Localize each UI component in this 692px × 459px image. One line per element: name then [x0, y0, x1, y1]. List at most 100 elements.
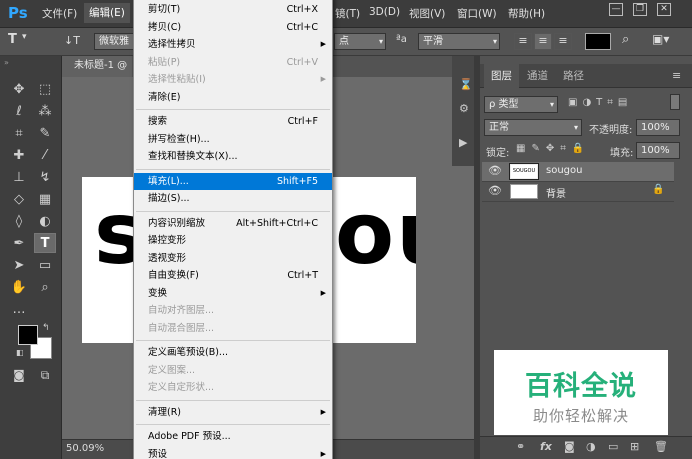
- visibility-eye-icon[interactable]: 👁: [488, 164, 502, 177]
- pen-tool-icon[interactable]: ✒: [8, 234, 30, 254]
- type-tool-icon[interactable]: T: [8, 32, 17, 47]
- group-icon[interactable]: ▭: [608, 440, 618, 453]
- zoom-tool-icon[interactable]: ⌕: [34, 278, 56, 298]
- font-size-select[interactable]: 点 ▾: [334, 33, 386, 50]
- edit-menu-item[interactable]: 变换 ▶: [134, 285, 332, 302]
- minimize-button[interactable]: —: [609, 3, 623, 16]
- rectangle-tool-icon[interactable]: ▭: [34, 256, 56, 276]
- screen-mode-icon[interactable]: ⧉: [34, 365, 56, 385]
- edit-menu-item[interactable]: 内容识别缩放 Alt+Shift+Ctrl+C: [134, 215, 332, 232]
- eraser-tool-icon[interactable]: ◇: [8, 190, 30, 210]
- dodge-tool-icon[interactable]: ◐: [34, 212, 56, 232]
- eyedropper-tool-icon[interactable]: ✎: [34, 124, 56, 144]
- edit-menu-item[interactable]: Adobe PDF 预设...: [134, 428, 332, 445]
- menu-window[interactable]: 窗口(W): [457, 6, 497, 21]
- blend-mode-select[interactable]: 正常 ▾: [484, 119, 582, 136]
- text-orientation-icon[interactable]: ↓T: [64, 34, 80, 47]
- menu-item-label: 剪切(T): [148, 4, 181, 15]
- magic-wand-tool-icon[interactable]: ⁂: [34, 102, 56, 122]
- tab-layers[interactable]: 图层: [484, 64, 519, 88]
- close-button[interactable]: ✕: [657, 3, 671, 16]
- menu-filter[interactable]: 镜(T): [335, 6, 360, 21]
- edit-menu-item[interactable]: 定义画笔预设(B)...: [134, 344, 332, 361]
- foreground-color-swatch[interactable]: [18, 325, 38, 345]
- font-family-select[interactable]: 微软雅: [94, 33, 134, 50]
- actions-play-icon[interactable]: ▶: [459, 136, 467, 149]
- menu-3d[interactable]: 3D(D): [369, 6, 400, 18]
- edit-menu-item[interactable]: 选择性拷贝 ▶: [134, 36, 332, 53]
- edit-menu-item[interactable]: 查找和替换文本(X)...: [134, 148, 332, 165]
- submenu-arrow-icon: ▶: [320, 40, 326, 48]
- menu-help[interactable]: 帮助(H): [508, 6, 545, 21]
- gradient-tool-icon[interactable]: ▦: [34, 190, 56, 210]
- layer-row-sougou[interactable]: 👁 SOUGOU sougou: [482, 162, 674, 182]
- restore-button[interactable]: ❐: [633, 3, 647, 16]
- history-panel-icon[interactable]: ⌛: [459, 78, 473, 91]
- left-align-icon[interactable]: ≡: [514, 33, 532, 50]
- visibility-eye-icon[interactable]: 👁: [488, 184, 502, 197]
- edit-menu-item[interactable]: 操控变形: [134, 232, 332, 249]
- text-color-swatch[interactable]: [585, 33, 611, 50]
- mask-icon[interactable]: ◙: [564, 440, 575, 453]
- filter-toggle[interactable]: [670, 94, 680, 110]
- layer-filter-select[interactable]: ρ 类型 ▾: [484, 96, 558, 113]
- menu-edit[interactable]: 编辑(E): [84, 3, 130, 23]
- adjustment-icon[interactable]: ◑: [586, 440, 596, 453]
- layer-filter-icons[interactable]: ▣◑T⌗▤: [568, 97, 632, 108]
- workspace-switcher-icon[interactable]: ▣▾: [652, 32, 669, 46]
- history-brush-tool-icon[interactable]: ↯: [34, 168, 56, 188]
- edit-menu-item[interactable]: 透视变形: [134, 250, 332, 267]
- more-tools-icon[interactable]: …: [8, 300, 30, 320]
- hand-tool-icon[interactable]: ✋: [8, 278, 30, 298]
- panel-collapse-icon[interactable]: »: [4, 58, 9, 67]
- swap-colors-icon[interactable]: ↰: [42, 323, 50, 333]
- edit-menu-item[interactable]: 填充(L)... Shift+F5: [134, 172, 332, 190]
- tool-preset-chevron-icon[interactable]: ▾: [22, 32, 27, 42]
- submenu-arrow-icon: ▶: [320, 288, 326, 297]
- edit-menu-item[interactable]: 拷贝(C) Ctrl+C: [134, 19, 332, 36]
- edit-menu-item[interactable]: 清除(E): [134, 89, 332, 106]
- opacity-input[interactable]: 100%: [636, 119, 680, 136]
- edit-menu-item[interactable]: 清理(R) ▶: [134, 404, 332, 421]
- search-icon[interactable]: ⌕: [622, 32, 629, 47]
- menu-file[interactable]: 文件(F): [42, 6, 77, 21]
- path-selection-tool-icon[interactable]: ➤: [8, 256, 30, 276]
- edit-menu-item[interactable]: 自由变换(F) Ctrl+T: [134, 267, 332, 284]
- move-tool-icon[interactable]: ✥: [8, 80, 30, 100]
- tab-paths[interactable]: 路径: [556, 64, 591, 88]
- center-align-icon[interactable]: ≡: [534, 33, 552, 50]
- edit-menu-item[interactable]: 拼写检查(H)...: [134, 131, 332, 148]
- panel-menu-icon[interactable]: ≡: [672, 69, 681, 82]
- edit-menu-item[interactable]: 描边(S)...: [134, 190, 332, 207]
- properties-panel-icon[interactable]: ⚙: [459, 102, 469, 115]
- tab-channels[interactable]: 通道: [520, 64, 555, 88]
- edit-menu-item: 定义自定形状...: [134, 379, 332, 396]
- lock-icons[interactable]: ▦✎✥⌗🔒: [516, 143, 590, 154]
- quick-mask-icon[interactable]: ◙: [8, 365, 30, 385]
- edit-menu-item[interactable]: 预设 ▶: [134, 446, 332, 459]
- edit-menu-item[interactable]: 搜索 Ctrl+F: [134, 113, 332, 130]
- new-layer-icon[interactable]: ⊞: [630, 440, 639, 453]
- brush-tool-icon[interactable]: ⁄: [34, 146, 56, 166]
- type-tool-icon[interactable]: T: [34, 233, 56, 253]
- healing-brush-tool-icon[interactable]: ✚: [8, 146, 30, 166]
- document-tab[interactable]: 未标题-1 @: [62, 56, 132, 77]
- marquee-tool-icon[interactable]: ⬚: [34, 80, 56, 100]
- antialias-select[interactable]: 平滑 ▾: [418, 33, 500, 50]
- menu-item-label: 填充(L)...: [148, 175, 189, 187]
- fill-input[interactable]: 100%: [636, 142, 680, 159]
- zoom-level[interactable]: 50.09%: [66, 443, 104, 454]
- link-icon[interactable]: ⚭: [516, 440, 525, 453]
- crop-tool-icon[interactable]: ⌗: [8, 124, 30, 144]
- right-align-icon[interactable]: ≡: [554, 33, 572, 50]
- blur-tool-icon[interactable]: ◊: [8, 212, 30, 232]
- layer-row-background[interactable]: 👁 背景 🔒: [482, 182, 674, 202]
- fx-icon[interactable]: fx: [540, 440, 552, 453]
- menu-view[interactable]: 视图(V): [409, 6, 445, 21]
- default-colors-icon[interactable]: ◧: [16, 348, 24, 357]
- clone-stamp-tool-icon[interactable]: ⊥: [8, 168, 30, 188]
- lasso-tool-icon[interactable]: ℓ: [8, 102, 30, 122]
- edit-menu-item[interactable]: 剪切(T) Ctrl+X: [134, 1, 332, 18]
- trash-icon[interactable]: 🗑: [654, 440, 668, 453]
- antialias-icon: ªa: [396, 34, 407, 45]
